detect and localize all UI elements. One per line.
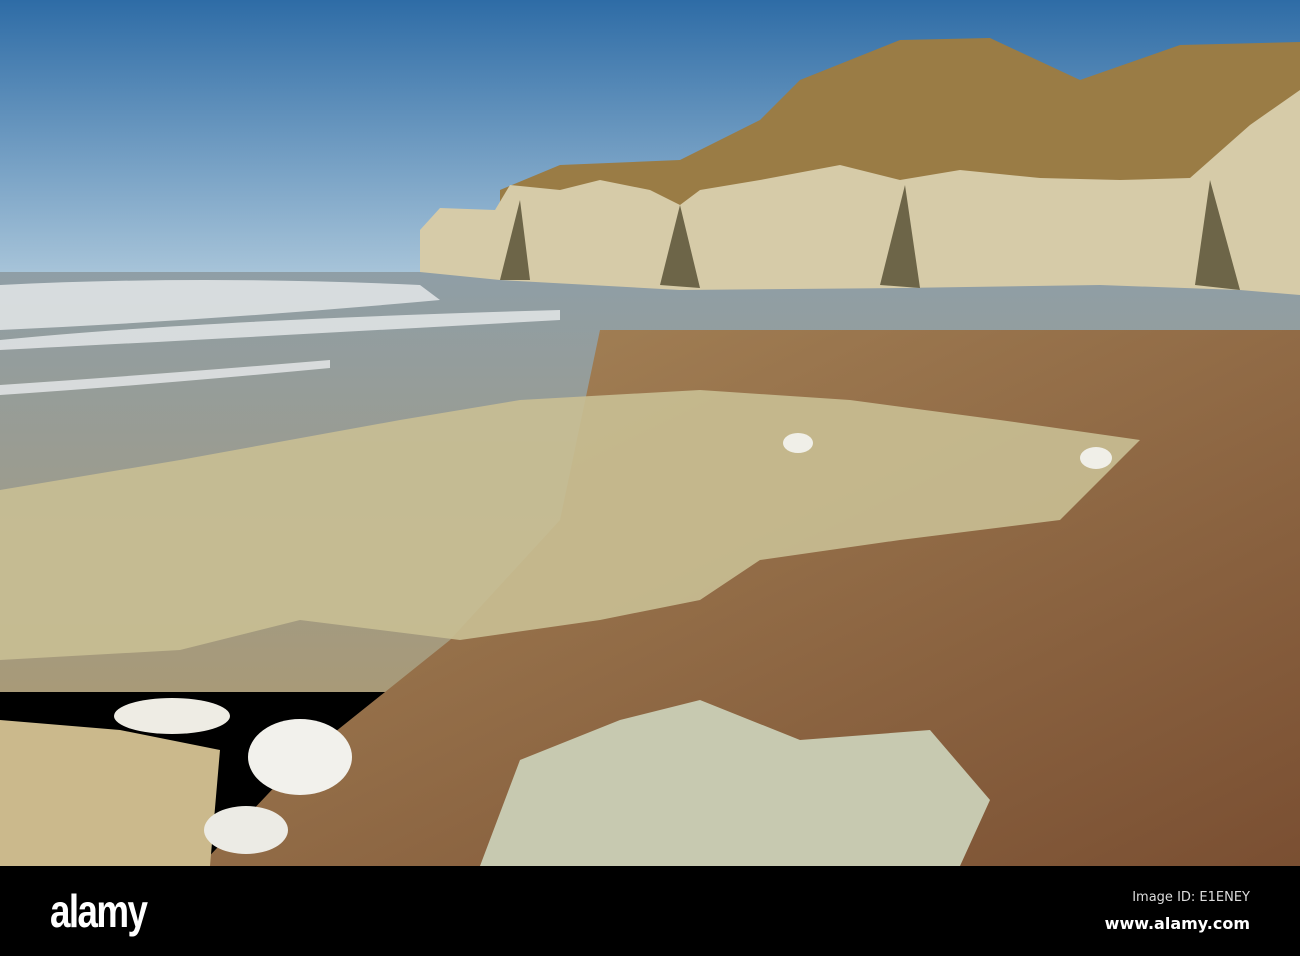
stock-photo-page: alamy Image ID: E1ENEY www.alamy.com xyxy=(0,0,1300,956)
white-boulder xyxy=(248,719,352,795)
coastal-cliffs-photo xyxy=(0,0,1300,866)
image-id-label: Image ID: E1ENEY xyxy=(1132,890,1250,905)
white-boulder xyxy=(1080,447,1112,469)
watermark-footer: alamy Image ID: E1ENEY www.alamy.com xyxy=(0,866,1300,956)
website-link[interactable]: www.alamy.com xyxy=(1105,914,1250,933)
alamy-logo: alamy xyxy=(50,885,148,937)
white-boulder xyxy=(204,806,288,854)
white-boulder xyxy=(114,698,230,734)
foreground-rocks-left xyxy=(0,720,220,866)
white-boulder xyxy=(783,433,813,453)
